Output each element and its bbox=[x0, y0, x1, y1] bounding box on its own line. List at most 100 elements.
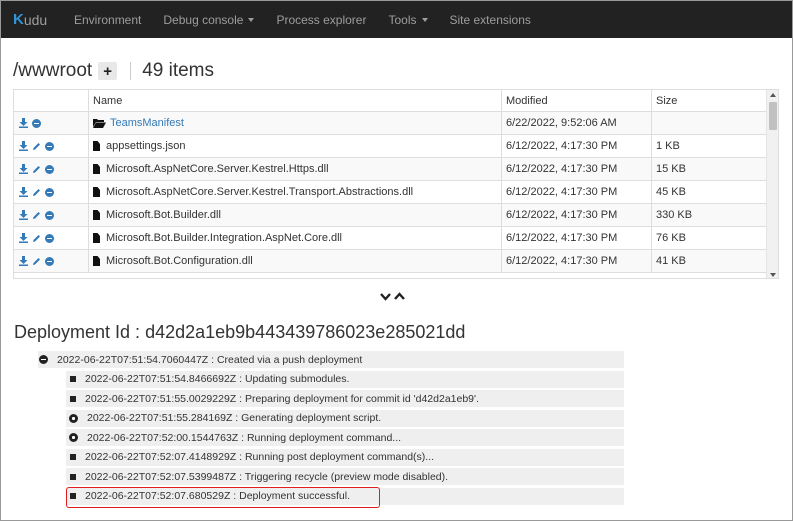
delete-icon[interactable] bbox=[45, 233, 54, 243]
nav-tools[interactable]: Tools bbox=[377, 1, 438, 38]
edit-icon[interactable] bbox=[32, 233, 41, 243]
log-entry: 2022-06-22T07:51:55.0029229Z : Preparing… bbox=[66, 390, 624, 407]
header-actions bbox=[14, 90, 89, 111]
scroll-up-icon[interactable] bbox=[770, 93, 776, 97]
table-row[interactable]: TeamsManifest 6/22/2022, 9:52:06 AM bbox=[14, 112, 778, 135]
row-name-text: Microsoft.Bot.Builder.Integration.AspNet… bbox=[106, 232, 343, 244]
row-size: 330 KB bbox=[656, 209, 693, 221]
download-icon[interactable] bbox=[19, 210, 28, 220]
path-header: /wwwroot + 49 items bbox=[13, 59, 214, 83]
delete-icon[interactable] bbox=[45, 141, 54, 151]
edit-icon[interactable] bbox=[32, 164, 41, 174]
row-size: 76 KB bbox=[656, 232, 686, 244]
bullet-icon bbox=[70, 454, 76, 460]
row-name[interactable]: TeamsManifest bbox=[89, 112, 502, 134]
table-row[interactable]: Microsoft.AspNetCore.Server.Kestrel.Http… bbox=[14, 158, 778, 181]
header-size[interactable]: Size bbox=[652, 90, 766, 111]
file-icon bbox=[93, 256, 100, 266]
row-actions bbox=[14, 135, 89, 157]
chevron-down-icon bbox=[248, 17, 255, 22]
delete-icon[interactable] bbox=[45, 164, 54, 174]
download-icon[interactable] bbox=[19, 233, 28, 243]
file-icon bbox=[93, 164, 100, 174]
download-icon[interactable] bbox=[19, 256, 28, 266]
table-row[interactable]: appsettings.json 6/12/2022, 4:17:30 PM 1 K… bbox=[14, 135, 778, 158]
panel-toggle[interactable] bbox=[380, 292, 405, 301]
file-icon bbox=[93, 187, 100, 197]
bullet-icon bbox=[70, 376, 76, 382]
file-icon bbox=[93, 233, 100, 243]
delete-icon[interactable] bbox=[32, 118, 41, 128]
edit-icon[interactable] bbox=[32, 187, 41, 197]
header-name[interactable]: Name bbox=[89, 90, 502, 111]
log-entry-text: 2022-06-22T07:52:07.4148929Z : Running p… bbox=[85, 451, 435, 463]
row-name-text: Microsoft.AspNetCore.Server.Kestrel.Http… bbox=[106, 163, 329, 175]
table-row[interactable]: Microsoft.Bot.Configuration.dll 6/12/2022… bbox=[14, 250, 778, 273]
row-name: Microsoft.Bot.Builder.dll bbox=[89, 204, 502, 226]
nav-environment[interactable]: Environment bbox=[63, 1, 152, 38]
log-entry-text: 2022-06-22T07:51:55.0029229Z : Preparing… bbox=[85, 392, 479, 405]
edit-icon[interactable] bbox=[32, 210, 41, 220]
log-entry-text: 2022-06-22T07:52:07.5399487Z : Triggerin… bbox=[85, 470, 449, 483]
nav-process-explorer-label: Process explorer bbox=[276, 12, 367, 27]
chevron-down-icon[interactable] bbox=[380, 292, 391, 301]
table-row[interactable]: Microsoft.AspNetCore.Server.Kestrel.Tran… bbox=[14, 181, 778, 204]
delete-icon[interactable] bbox=[45, 256, 54, 266]
kudu-logo-k: K bbox=[13, 11, 24, 28]
row-name: Microsoft.Bot.Builder.Integration.AspNet… bbox=[89, 227, 502, 249]
row-name-text: Microsoft.AspNetCore.Server.Kestrel.Tran… bbox=[106, 186, 414, 198]
edit-icon[interactable] bbox=[32, 256, 41, 266]
table-scrollbar[interactable] bbox=[766, 90, 778, 278]
top-navbar: Kudu Environment Debug console Process e… bbox=[1, 1, 792, 38]
log-entry-text: 2022-06-22T07:51:55.284169Z : Generating… bbox=[87, 412, 382, 424]
nav-process-explorer[interactable]: Process explorer bbox=[265, 1, 377, 38]
log-entry[interactable]: 2022-06-22T07:51:54.7060447Z : Created v… bbox=[38, 351, 624, 368]
row-actions bbox=[14, 158, 89, 180]
nav-site-extensions[interactable]: Site extensions bbox=[439, 1, 542, 38]
scroll-thumb[interactable] bbox=[769, 102, 777, 130]
nav-environment-label: Environment bbox=[74, 12, 142, 27]
row-size: 41 KB bbox=[656, 255, 686, 267]
nav-debug-console[interactable]: Debug console bbox=[152, 1, 265, 38]
download-icon[interactable] bbox=[19, 187, 28, 197]
table-row[interactable]: Microsoft.Bot.Builder.Integration.AspNet… bbox=[14, 227, 778, 250]
row-name-text[interactable]: TeamsManifest bbox=[110, 117, 184, 129]
log-entry-text: 2022-06-22T07:51:54.7060447Z : Created v… bbox=[57, 353, 363, 366]
table-row[interactable]: Microsoft.Bot.Builder.dll 6/12/2022, 4:17… bbox=[14, 204, 778, 227]
log-entry: 2022-06-22T07:52:07.4148929Z : Running p… bbox=[66, 448, 624, 466]
row-modified: 6/12/2022, 4:17:30 PM bbox=[502, 158, 652, 180]
row-modified: 6/12/2022, 4:17:30 PM bbox=[502, 227, 652, 249]
log-entry[interactable]: 2022-06-22T07:51:55.284169Z : Generating… bbox=[66, 409, 624, 427]
add-item-button[interactable]: + bbox=[98, 62, 118, 80]
scroll-down-icon[interactable] bbox=[770, 273, 776, 277]
deployment-log: 2022-06-22T07:51:54.7060447Z : Created v… bbox=[38, 351, 624, 507]
download-icon[interactable] bbox=[19, 164, 28, 174]
delete-icon[interactable] bbox=[45, 210, 54, 220]
expand-icon[interactable] bbox=[69, 413, 78, 423]
current-path: /wwwroot bbox=[13, 60, 93, 81]
highlight-box bbox=[66, 487, 380, 508]
header-modified[interactable]: Modified bbox=[502, 90, 652, 111]
row-actions bbox=[14, 181, 89, 203]
file-icon bbox=[93, 141, 100, 151]
row-size: 45 KB bbox=[656, 186, 686, 198]
row-actions bbox=[14, 112, 89, 134]
row-size: 15 KB bbox=[656, 163, 686, 175]
row-actions bbox=[14, 227, 89, 249]
chevron-down-icon bbox=[421, 17, 428, 22]
deployment-title: Deployment Id : d42d2a1eb9b443439786023e… bbox=[14, 322, 466, 342]
chevron-up-icon[interactable] bbox=[394, 292, 405, 301]
collapse-icon[interactable] bbox=[39, 355, 48, 364]
download-icon[interactable] bbox=[19, 141, 28, 151]
table-header: Name Modified Size bbox=[14, 90, 778, 112]
kudu-logo[interactable]: Kudu bbox=[1, 1, 63, 38]
row-modified: 6/12/2022, 4:17:30 PM bbox=[502, 250, 652, 272]
delete-icon[interactable] bbox=[45, 187, 54, 197]
log-entry[interactable]: 2022-06-22T07:52:00.1544763Z : Running d… bbox=[66, 429, 624, 446]
row-name-text: Microsoft.Bot.Configuration.dll bbox=[106, 255, 253, 267]
edit-icon[interactable] bbox=[32, 141, 41, 151]
expand-icon[interactable] bbox=[69, 433, 78, 442]
download-icon[interactable] bbox=[19, 118, 28, 128]
table-body: TeamsManifest 6/22/2022, 9:52:06 AM appset… bbox=[14, 112, 778, 273]
divider bbox=[130, 62, 132, 80]
